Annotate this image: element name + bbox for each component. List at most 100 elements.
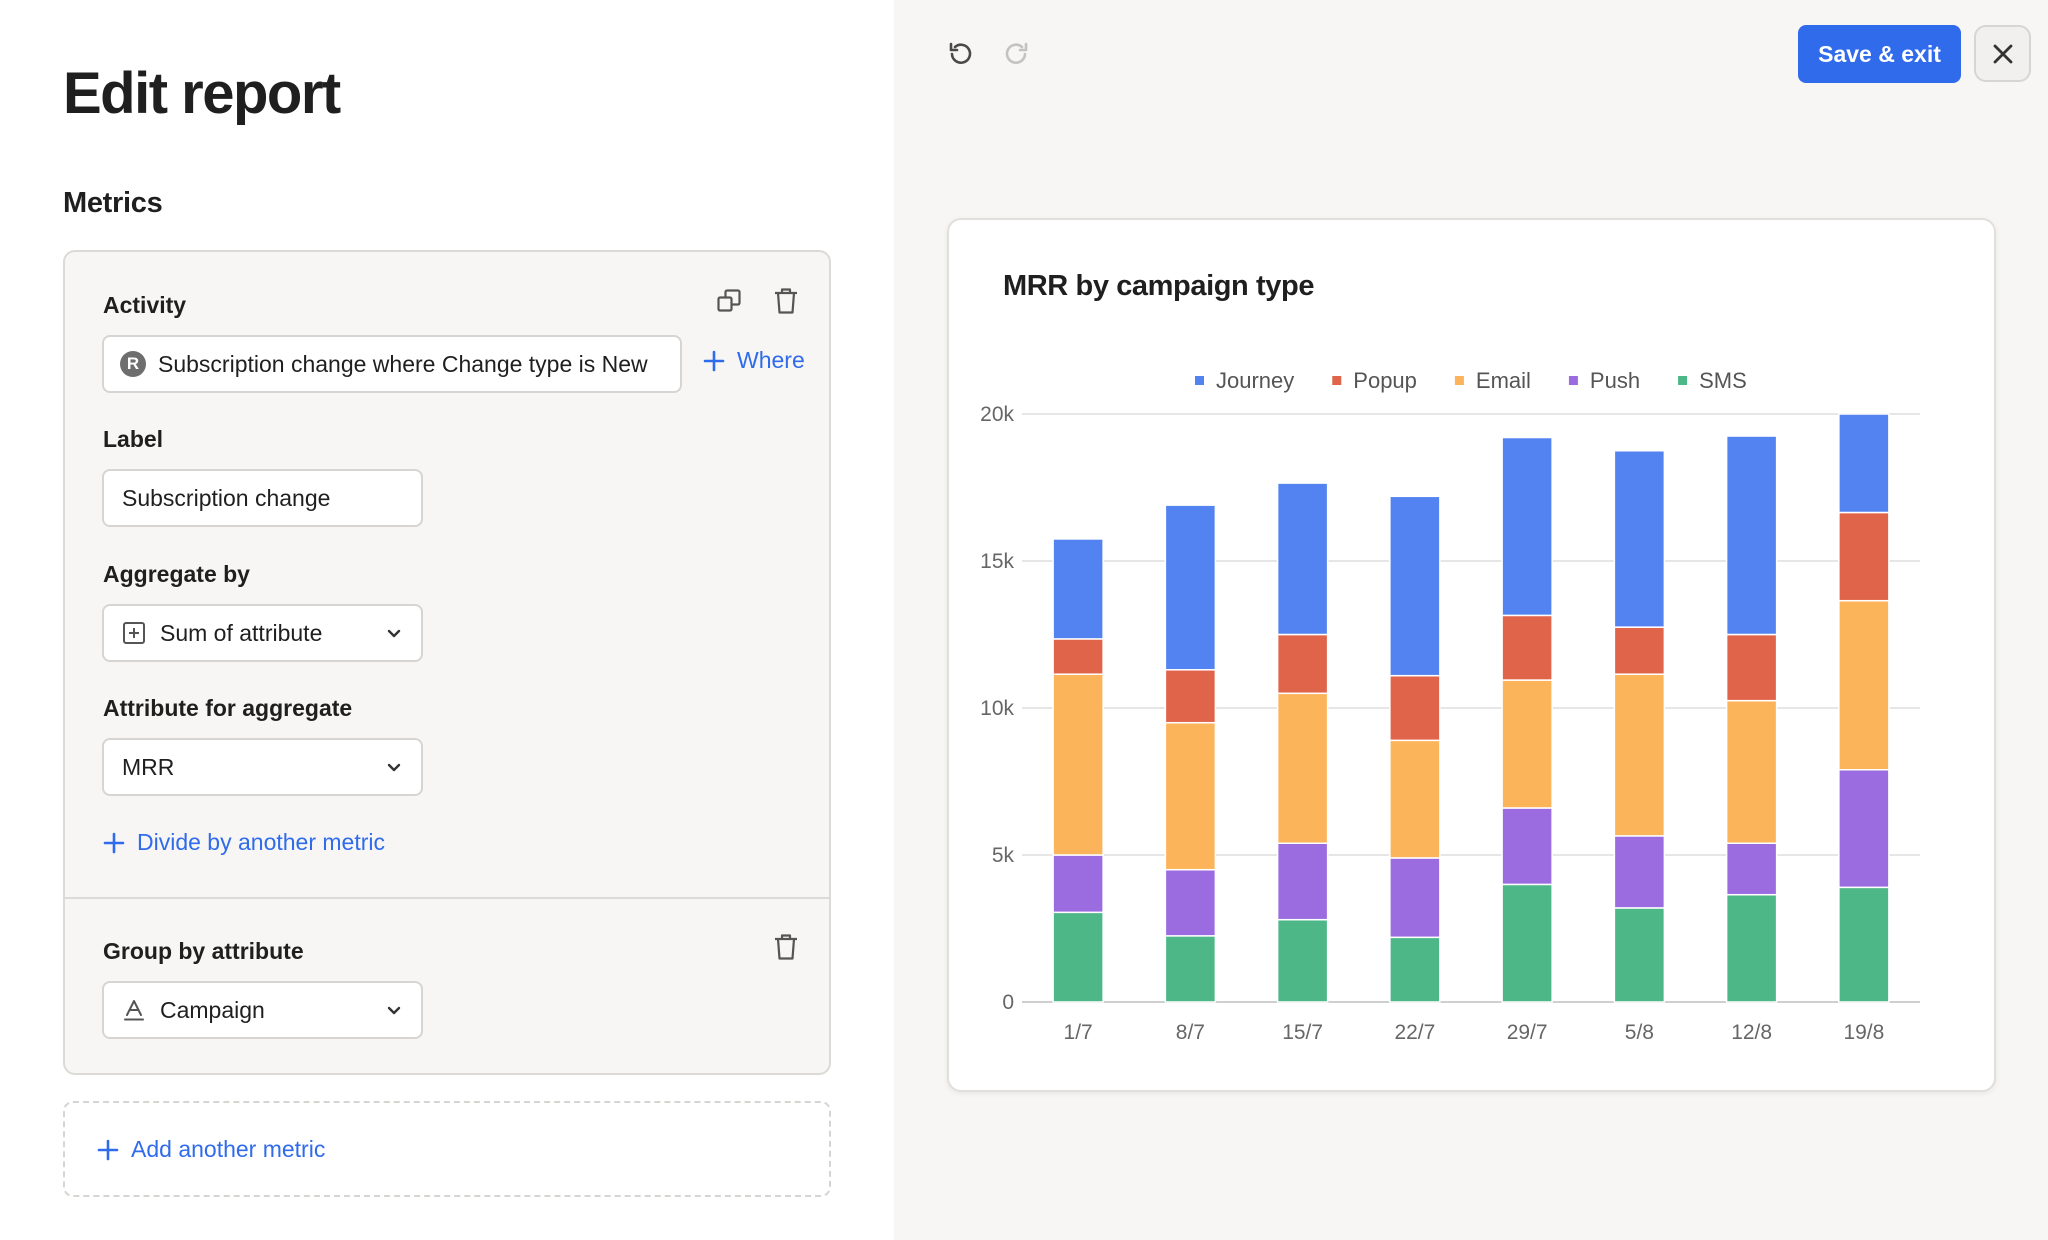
chevron-down-icon [387,1006,401,1015]
bar-segment-popup [1501,614,1553,681]
bar-segment-popup [1164,669,1217,724]
bar-segment-sms [1389,936,1441,1003]
bar-segment-email [1164,721,1217,871]
page-title: Edit report [63,61,341,126]
stacked-bar-chart: 0 5k 10k 15k 20k 1/7 8/7 15/7 22/7 29/7 5/8 12/8 19/… [980,368,1920,1044]
x-tick-label: 5/8 [1625,1021,1654,1044]
activity-label: Activity [103,292,187,318]
bar-segment-journey [1389,495,1441,677]
bar-segment-push [1613,835,1666,909]
bar-segment-push [1838,768,1890,889]
aggregate-value: Sum of attribute [160,619,323,646]
redo-button[interactable] [999,36,1035,72]
where-link-label: Where [737,347,805,373]
bar-segment-popup [1725,633,1778,702]
metrics-heading: Metrics [63,187,163,219]
chevron-down-icon [387,763,401,772]
bar-segment-sms [1613,907,1666,1003]
delete-metric-button[interactable] [766,281,806,321]
bar-segment-push [1725,842,1778,896]
x-tick-label: 19/8 [1843,1021,1884,1044]
undo-icon [949,42,972,64]
legend-label: Push [1590,368,1640,393]
divide-link-label: Divide by another metric [137,829,385,855]
group-by-select[interactable]: Campaign [102,981,423,1039]
plus-icon [103,832,125,853]
label-value: Subscription change [122,484,331,511]
bar-segment-sms [1838,886,1890,1003]
x-tick-label: 8/7 [1176,1021,1205,1044]
attribute-value: MRR [122,753,175,780]
delete-group-by-button[interactable] [766,927,806,967]
chevron-down-icon [387,629,401,638]
duplicate-icon [717,289,741,312]
card-divider [65,897,829,899]
save-exit-button[interactable]: Save & exit [1798,25,1961,83]
duplicate-metric-button[interactable] [709,281,749,321]
bar-segment-email [1725,699,1778,844]
y-tick-label: 10k [980,697,1014,720]
sum-icon [120,619,148,647]
aggregate-select[interactable]: Sum of attribute [102,604,423,662]
bar-segment-email [1276,692,1329,844]
redo-icon [1005,42,1028,64]
add-where-button[interactable]: Where [703,347,805,374]
attribute-select[interactable]: MRR [102,738,423,796]
legend-label: Email [1476,368,1531,393]
legend-label: Journey [1216,368,1294,393]
undo-button[interactable] [942,36,978,72]
attribute-label: Attribute for aggregate [103,695,353,721]
bar-segment-email [1052,673,1104,856]
bar-segment-popup [1276,633,1329,695]
text-attribute-icon [120,996,148,1024]
y-tick-label: 15k [980,550,1014,573]
bar-segment-sms [1725,893,1778,1003]
bar-segment-push [1501,807,1553,886]
bar-segment-popup [1613,626,1666,675]
close-icon [1993,44,2012,63]
bar-segment-journey [1613,450,1666,628]
plus-icon [703,350,725,371]
x-tick-label: 29/7 [1507,1021,1548,1044]
plus-icon [97,1139,119,1160]
bar-segment-push [1164,868,1217,937]
bar-segment-sms [1052,911,1104,1003]
label-label: Label [103,426,164,452]
activity-badge: R [120,351,146,377]
bar-segment-push [1052,854,1104,914]
bar-segment-email [1613,673,1666,837]
bar-segment-email [1838,599,1890,771]
divide-by-metric-button[interactable]: Divide by another metric [103,829,385,856]
bar-segment-journey [1052,538,1104,640]
legend-marker-email [1454,376,1464,385]
x-tick-label: 12/8 [1731,1021,1772,1044]
label-input[interactable]: Subscription change [102,469,423,527]
editor-panel: Edit report Metrics Activity R Subscript… [0,0,894,1240]
legend-marker-push [1568,376,1578,385]
bar-segment-sms [1164,935,1217,1003]
add-metric-button[interactable]: Add another metric [97,1136,325,1163]
bar-segment-journey [1164,504,1217,671]
bar-segment-sms [1501,883,1553,1003]
bar-segment-push [1276,842,1329,921]
y-tick-label: 5k [992,844,1015,867]
bar-segment-popup [1052,638,1104,675]
y-tick-label: 0 [1002,991,1014,1014]
add-metric-area: Add another metric [63,1101,831,1197]
legend-label: SMS [1699,368,1747,393]
group-by-label: Group by attribute [103,938,304,964]
bar-segment-push [1389,857,1441,939]
legend-marker-journey [1195,376,1204,385]
legend-marker-sms [1678,376,1688,385]
group-by-value: Campaign [160,996,265,1023]
bar-segment-journey [1501,436,1553,617]
x-tick-label: 15/7 [1282,1021,1323,1044]
close-button[interactable] [1974,25,2031,82]
add-metric-label: Add another metric [131,1136,326,1162]
metric-card: Activity R Subscription change where Cha… [63,250,831,1075]
bar-segment-sms [1276,918,1329,1003]
activity-field[interactable]: R Subscription change where Change type … [102,335,682,393]
x-tick-label: 22/7 [1394,1021,1435,1044]
trash-icon [775,288,797,314]
activity-value: Subscription change where Change type is… [158,350,648,377]
